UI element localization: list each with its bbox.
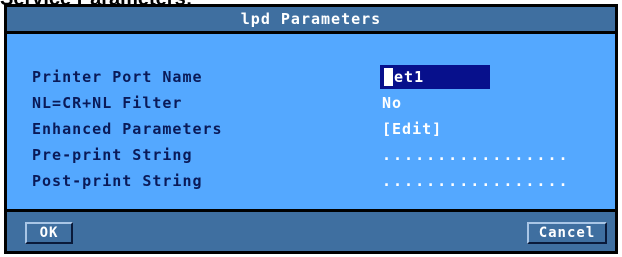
nl-filter-value[interactable]: No xyxy=(382,94,402,112)
dialog-title: lpd Parameters xyxy=(7,7,615,31)
pre-print-string-label: Pre-print String xyxy=(32,146,193,164)
printer-port-name-input[interactable]: net1 xyxy=(380,65,490,89)
row-post-print-string: Post-print String ................. xyxy=(7,168,615,194)
ok-button[interactable]: OK xyxy=(25,222,73,244)
row-enhanced-parameters: Enhanced Parameters [Edit] xyxy=(7,116,615,142)
lpd-parameters-dialog: lpd Parameters Printer Port Name net1 NL… xyxy=(4,4,618,254)
post-print-string-field[interactable]: ................. xyxy=(382,172,570,190)
pre-print-string-field[interactable]: ................. xyxy=(382,146,570,164)
enhanced-parameters-edit[interactable]: [Edit] xyxy=(382,120,442,138)
printer-port-name-label: Printer Port Name xyxy=(32,68,203,86)
post-print-string-label: Post-print String xyxy=(32,172,203,190)
enhanced-parameters-label: Enhanced Parameters xyxy=(32,120,223,138)
row-nl-filter: NL=CR+NL Filter No xyxy=(7,90,615,116)
cancel-button[interactable]: Cancel xyxy=(527,222,607,244)
row-printer-port-name: Printer Port Name net1 xyxy=(7,64,615,90)
dialog-body: Printer Port Name net1 NL=CR+NL Filter N… xyxy=(7,34,615,209)
nl-filter-label: NL=CR+NL Filter xyxy=(32,94,183,112)
row-pre-print-string: Pre-print String ................. xyxy=(7,142,615,168)
dialog-footer: OK Cancel xyxy=(7,212,615,251)
text-cursor xyxy=(384,68,393,86)
